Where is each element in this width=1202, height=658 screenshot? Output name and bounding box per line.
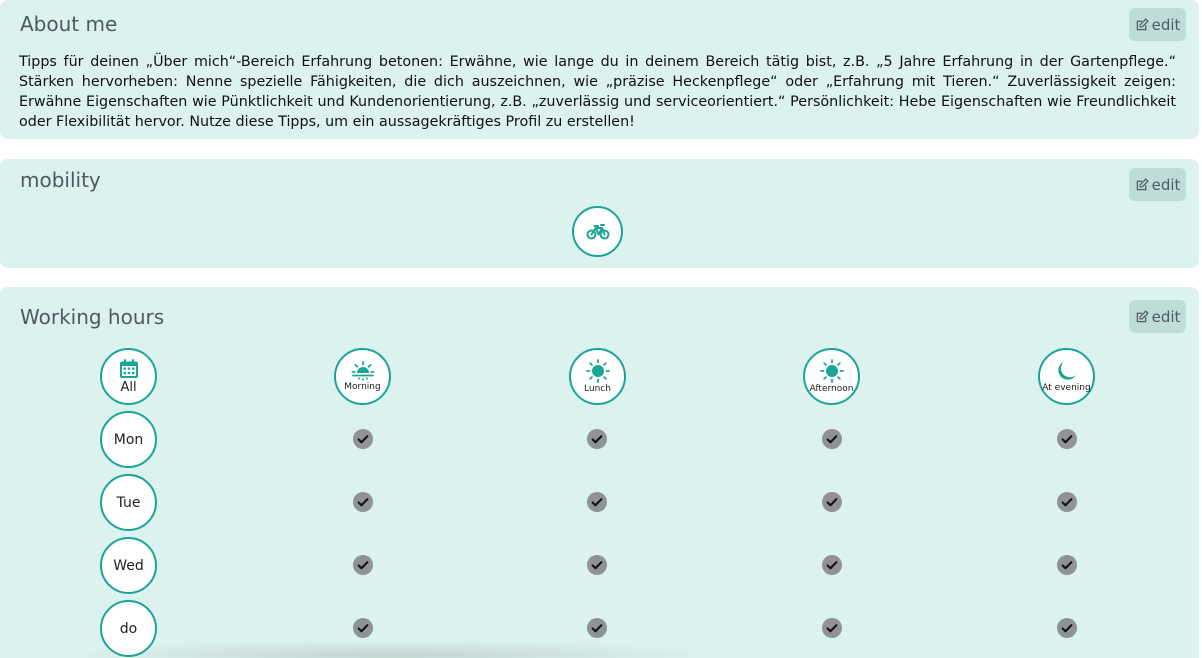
availability-check-icon[interactable] [1057, 555, 1077, 575]
bicycle-option[interactable] [572, 206, 623, 257]
edit-icon [1136, 177, 1149, 190]
mobility-card: mobility edit [0, 159, 1199, 268]
availability-check-icon[interactable] [587, 429, 607, 449]
edit-label: edit [1151, 307, 1181, 326]
availability-check-icon[interactable] [353, 555, 373, 575]
mobility-title: mobility [20, 168, 101, 192]
availability-check-icon[interactable] [587, 618, 607, 638]
moon-icon [1057, 361, 1076, 380]
availability-check-icon[interactable] [353, 618, 373, 638]
sun-icon [819, 359, 844, 383]
select-all-button[interactable]: All [100, 348, 157, 405]
slot-morning[interactable]: Morning [334, 348, 391, 405]
availability-check-icon[interactable] [822, 555, 842, 575]
day-label: Tue [116, 494, 141, 511]
availability-check-icon[interactable] [822, 429, 842, 449]
sunrise-icon [351, 361, 374, 381]
slot-evening[interactable]: At evening [1038, 348, 1095, 405]
edit-icon [1136, 17, 1149, 30]
availability-check-icon[interactable] [353, 492, 373, 512]
about-me-title: About me [20, 12, 118, 36]
edit-icon [1136, 309, 1149, 322]
availability-check-icon[interactable] [587, 492, 607, 512]
day-label: Wed [113, 557, 144, 574]
availability-check-icon[interactable] [353, 429, 373, 449]
edit-about-button[interactable]: edit [1129, 8, 1186, 41]
working-hours-title: Working hours [20, 305, 165, 329]
day-tue-button[interactable]: Tue [100, 474, 157, 531]
slot-label: Afternoon [809, 384, 854, 394]
availability-check-icon[interactable] [822, 618, 842, 638]
bicycle-icon [586, 223, 609, 239]
slot-label: Morning [344, 382, 381, 392]
slot-label: Lunch [584, 384, 611, 394]
all-label: All [120, 380, 137, 395]
day-label: Mon [113, 431, 144, 448]
about-me-text: Tipps für deinen „Über mich“-Bereich Erf… [19, 54, 1176, 130]
availability-check-icon[interactable] [822, 492, 842, 512]
edit-label: edit [1151, 15, 1181, 34]
day-wed-button[interactable]: Wed [100, 537, 157, 594]
availability-check-icon[interactable] [1057, 492, 1077, 512]
availability-check-icon[interactable] [1057, 429, 1077, 449]
slot-afternoon[interactable]: Afternoon [803, 348, 860, 405]
slot-label: At evening [1042, 383, 1091, 393]
day-label: do [119, 620, 138, 637]
slot-lunch[interactable]: Lunch [569, 348, 626, 405]
edit-mobility-button[interactable]: edit [1129, 168, 1186, 201]
calendar-icon [119, 359, 138, 378]
availability-check-icon[interactable] [587, 555, 607, 575]
edit-hours-button[interactable]: edit [1129, 300, 1186, 333]
working-hours-card: Working hours edit All Morning Lunch Aft… [0, 287, 1199, 658]
about-me-card: About me edit Tipps für deinen „Über mic… [0, 0, 1199, 139]
sun-icon [585, 359, 610, 383]
day-mon-button[interactable]: Mon [100, 411, 157, 468]
availability-check-icon[interactable] [1057, 618, 1077, 638]
edit-label: edit [1151, 175, 1181, 194]
bottom-shadow [60, 640, 720, 658]
